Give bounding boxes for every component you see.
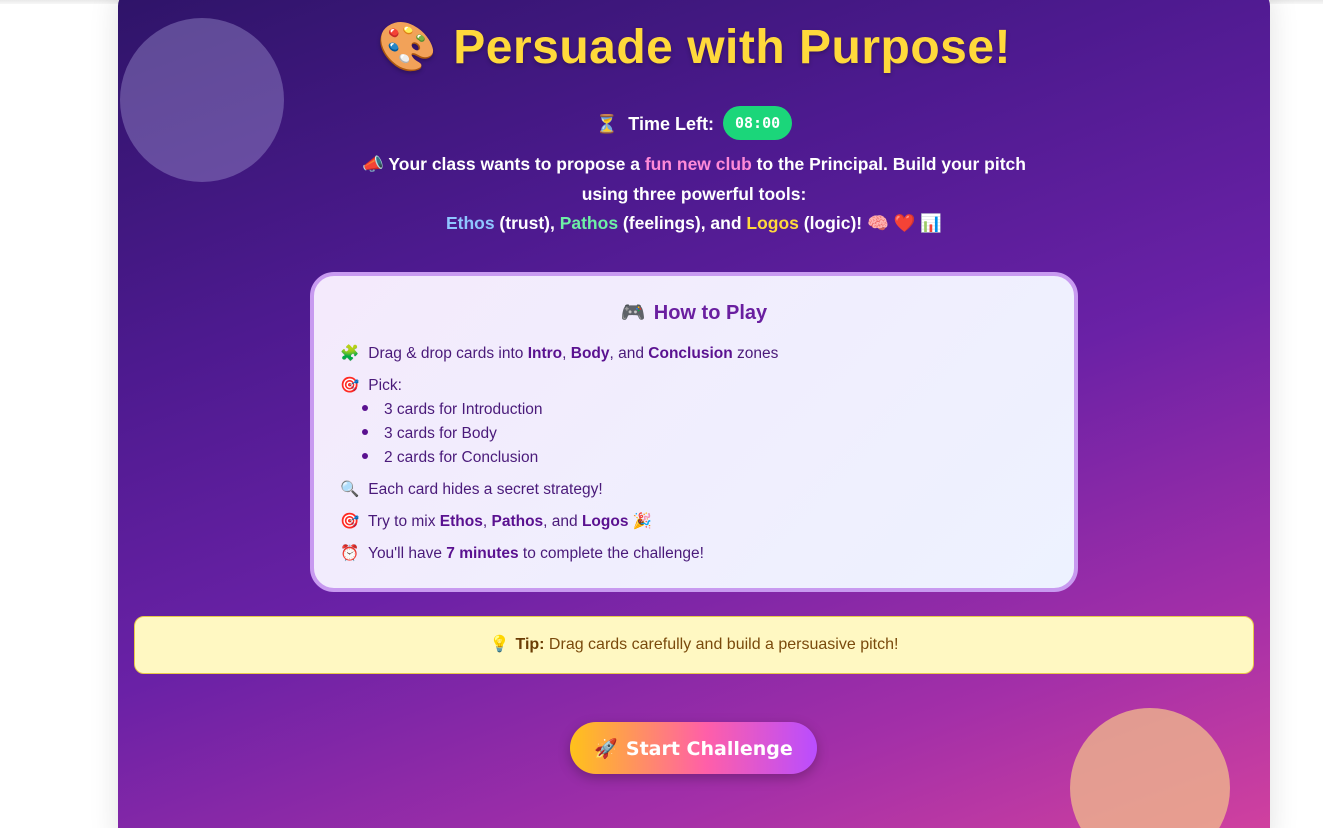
rule-mix: 🎯 Try to mix Ethos, Pathos, and Logos 🎉: [340, 512, 778, 544]
rule3-text: Each card hides a secret strategy!: [364, 481, 603, 498]
logos-desc: (logic)!: [798, 213, 867, 233]
bullet-icon: [362, 428, 368, 435]
rule5-pre: You'll have: [364, 545, 447, 562]
tip-banner: 💡 Tip: Drag cards carefully and build a p…: [134, 616, 1254, 674]
rocket-icon: 🚀: [594, 737, 618, 760]
rule1-body: Body: [570, 345, 610, 362]
logos-label: Logos: [746, 213, 799, 233]
rule1-intro: Intro: [527, 345, 563, 362]
lightbulb-icon: 💡: [489, 636, 510, 653]
intro-part1: Your class wants to propose a: [383, 154, 645, 174]
puzzle-icon: 🧩: [340, 345, 360, 362]
list-item: 3 cards for Introduction: [362, 400, 778, 424]
magnifier-icon: 🔍: [340, 481, 360, 498]
game-intro-card: 🎨 Persuade with Purpose! ⏳ Time Left: 08:0…: [118, 0, 1270, 828]
gamepad-icon: 🎮: [620, 302, 646, 324]
page-title-text: Persuade with Purpose!: [453, 21, 1012, 74]
megaphone-icon: 📣: [362, 154, 384, 174]
timer-value-badge: 08:00: [722, 106, 793, 140]
list-item: 3 cards for Body: [362, 424, 778, 448]
rule-time-limit: ⏰ You'll have 7 minutes to complete the …: [340, 544, 778, 576]
rule-secret-strategy: 🔍 Each card hides a secret strategy!: [340, 480, 778, 512]
target-icon: 🎯: [340, 513, 360, 530]
pathos-label: Pathos: [559, 213, 619, 233]
ethos-desc: (trust),: [494, 213, 560, 233]
rule4-post: 🎉: [628, 513, 653, 530]
palette-icon: 🎨: [376, 21, 438, 74]
rule5-post: to complete the challenge!: [518, 545, 704, 562]
rule1-conclusion: Conclusion: [648, 345, 733, 362]
decorative-circle-bottom-right: [1070, 708, 1230, 828]
pick-item-1: 3 cards for Introduction: [384, 401, 543, 418]
rule1-sep1: ,: [562, 345, 571, 362]
target-icon: 🎯: [340, 377, 360, 394]
bullet-icon: [362, 452, 368, 459]
rule4-ethos: Ethos: [439, 513, 483, 530]
pick-item-2: 3 cards for Body: [384, 425, 497, 442]
rule5-bold: 7 minutes: [446, 545, 519, 562]
rule2-text: Pick:: [364, 377, 402, 394]
list-item: 2 cards for Conclusion: [362, 448, 778, 472]
rule-drag-drop: 🧩 Drag & drop cards into Intro, Body, an…: [340, 344, 778, 376]
timer-label: Time Left:: [628, 113, 714, 134]
hourglass-icon: ⏳: [595, 113, 619, 134]
brain-heart-chart-icons: 🧠 ❤️ 📊: [866, 213, 943, 233]
tip-label: Tip:: [515, 636, 545, 653]
how-to-play-panel: 🎮 How to Play 🧩 Drag & drop cards into In…: [310, 272, 1078, 592]
pick-item-3: 2 cards for Conclusion: [384, 449, 539, 466]
rule4-sep2: , and: [543, 513, 582, 530]
ethos-label: Ethos: [445, 213, 495, 233]
how-to-play-heading: 🎮 How to Play: [314, 300, 1074, 325]
rule1-post: zones: [732, 345, 779, 362]
pick-sublist: 3 cards for Introduction 3 cards for Bod…: [362, 400, 778, 472]
tip-text: Drag cards carefully and build a persuas…: [544, 636, 899, 653]
page-title: 🎨 Persuade with Purpose!: [118, 18, 1270, 75]
intro-highlight: fun new club: [644, 154, 752, 174]
rule1-sep2: , and: [609, 345, 649, 362]
rule4-pre: Try to mix: [364, 513, 440, 530]
rule4-logos: Logos: [581, 513, 629, 530]
rules-list: 🧩 Drag & drop cards into Intro, Body, an…: [340, 344, 778, 576]
intro-text: 📣 Your class wants to propose a fun new …: [344, 150, 1044, 239]
start-challenge-label: Start Challenge: [625, 737, 793, 760]
timer: ⏳ Time Left: 08:00: [118, 106, 1270, 142]
how-to-play-title: How to Play: [653, 302, 768, 324]
alarm-clock-icon: ⏰: [340, 545, 360, 562]
bullet-icon: [362, 404, 368, 411]
rule4-pathos: Pathos: [491, 513, 544, 530]
rule1-pre: Drag & drop cards into: [364, 345, 528, 362]
start-challenge-button[interactable]: 🚀 Start Challenge: [570, 722, 817, 774]
pathos-desc: (feelings), and: [618, 213, 747, 233]
